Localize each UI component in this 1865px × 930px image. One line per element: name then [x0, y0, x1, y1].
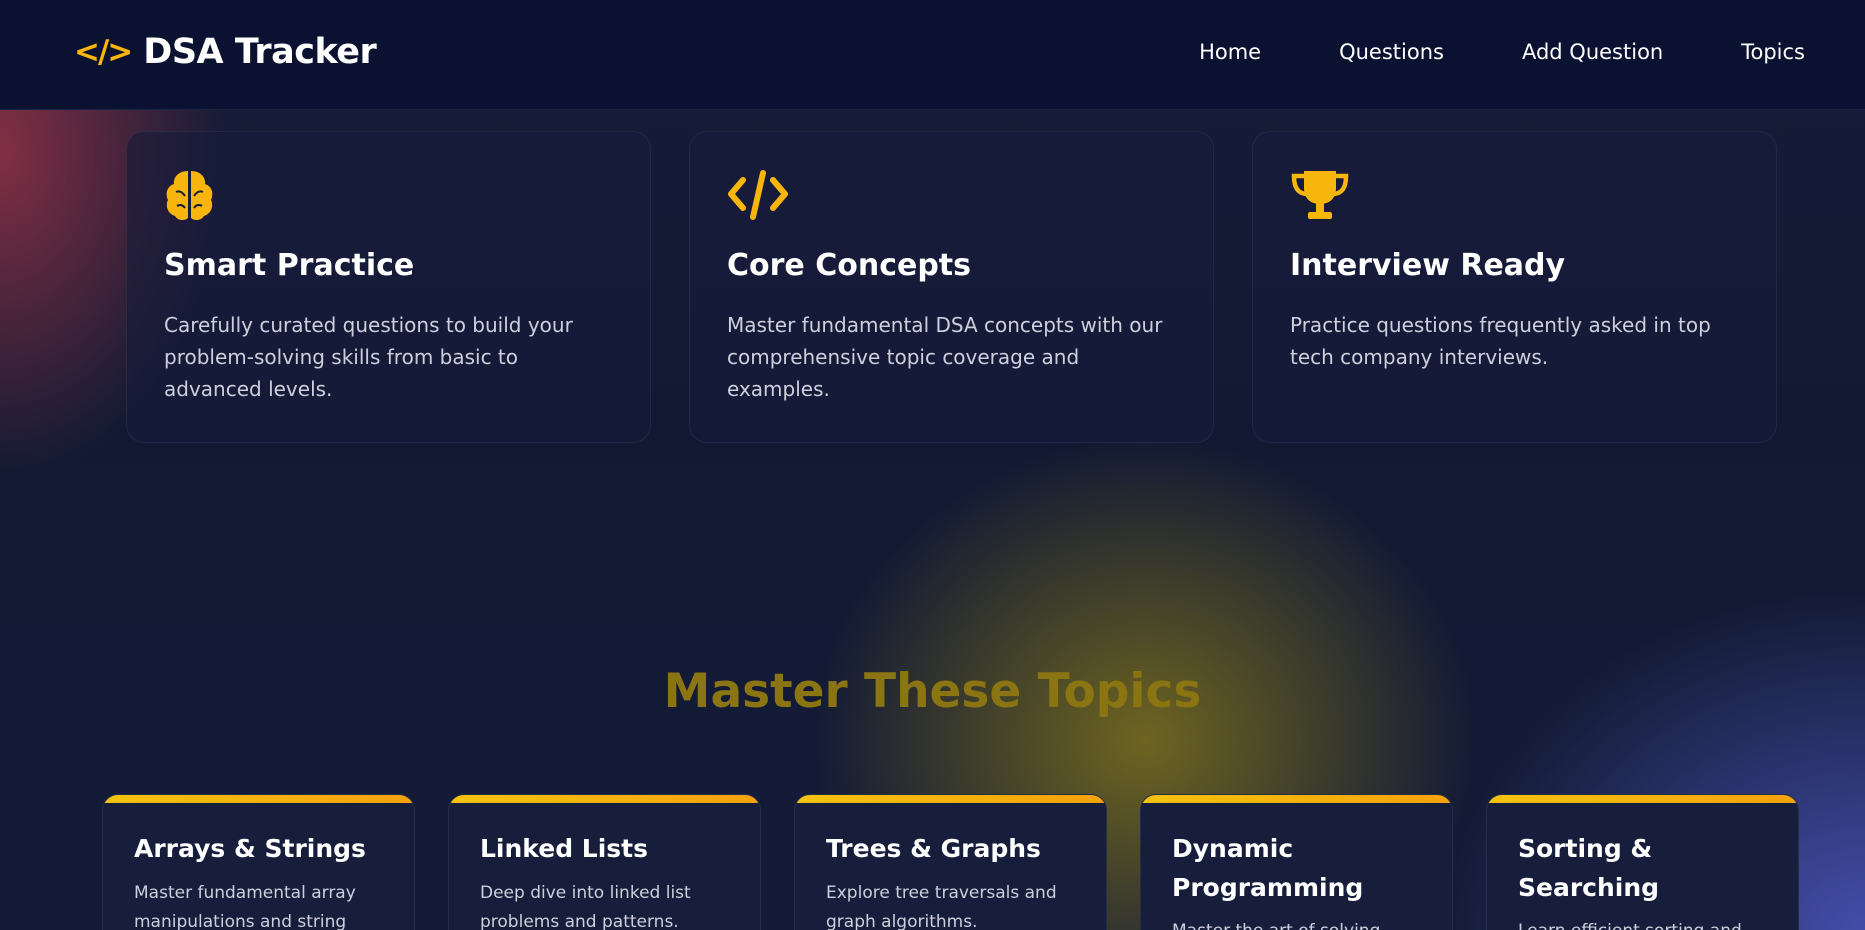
- feature-description: Practice questions frequently asked in t…: [1290, 313, 1711, 369]
- nav-questions[interactable]: Questions: [1339, 34, 1444, 70]
- topic-card-arrays-strings[interactable]: Arrays & Strings Master fundamental arra…: [102, 794, 415, 930]
- topic-card-sorting-searching[interactable]: Sorting & Searching Learn efficient sort…: [1486, 794, 1799, 930]
- feature-card-interview-ready: Interview Ready Practice questions frequ…: [1252, 131, 1777, 443]
- topics-section-title: Master These Topics: [663, 664, 1202, 719]
- feature-title: Core Concepts: [727, 248, 971, 283]
- topic-title: Arrays & Strings: [134, 834, 366, 863]
- code-icon: </>: [74, 34, 133, 70]
- topic-description: Learn efficient sorting and: [1518, 917, 1773, 930]
- feature-description: Master fundamental DSA concepts with our…: [727, 313, 1163, 401]
- nav-add-question[interactable]: Add Question: [1522, 34, 1663, 70]
- feature-card-core-concepts: Core Concepts Master fundamental DSA con…: [689, 131, 1214, 443]
- topic-card-dynamic-programming[interactable]: Dynamic Programming Master the art of so…: [1140, 794, 1453, 930]
- topic-accent-bar: [795, 795, 1106, 803]
- main-nav: Home Questions Add Question Topics: [1121, 34, 1805, 70]
- topic-description: Master the art of solving: [1172, 917, 1427, 930]
- topic-description: Master fundamental array manipulations a…: [134, 883, 356, 930]
- trophy-icon: [1291, 171, 1349, 219]
- topic-accent-bar: [1487, 795, 1798, 803]
- feature-card-smart-practice: Smart Practice Carefully curated questio…: [126, 131, 651, 443]
- topic-accent-bar: [1141, 795, 1452, 803]
- brain-icon: [166, 171, 213, 221]
- topic-title: Trees & Graphs: [826, 834, 1041, 863]
- topic-title: Sorting & Searching: [1518, 834, 1660, 902]
- topic-accent-bar: [449, 795, 760, 803]
- feature-title: Smart Practice: [164, 248, 415, 283]
- top-navbar: </> DSA Tracker Home Questions Add Quest…: [0, 0, 1865, 110]
- nav-home[interactable]: Home: [1199, 34, 1261, 70]
- nav-topics[interactable]: Topics: [1741, 34, 1805, 70]
- topic-card-linked-lists[interactable]: Linked Lists Deep dive into linked list …: [448, 794, 761, 930]
- topic-accent-bar: [103, 795, 414, 803]
- topic-description: Explore tree traversals and graph algori…: [826, 883, 1057, 930]
- brand-name: DSA Tracker: [143, 32, 377, 72]
- topic-title: Dynamic Programming: [1172, 834, 1364, 902]
- topic-description: Deep dive into linked list problems and …: [480, 883, 691, 930]
- topic-title: Linked Lists: [480, 834, 649, 863]
- feature-description: Carefully curated questions to build you…: [164, 313, 573, 401]
- code-icon: [728, 170, 788, 220]
- topic-card-trees-graphs[interactable]: Trees & Graphs Explore tree traversals a…: [794, 794, 1107, 930]
- feature-title: Interview Ready: [1290, 248, 1566, 283]
- brand-logo[interactable]: </> DSA Tracker: [74, 30, 377, 74]
